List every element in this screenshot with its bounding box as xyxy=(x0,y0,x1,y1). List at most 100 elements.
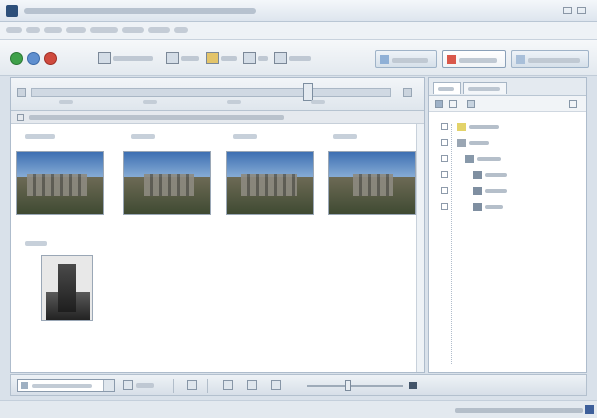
rotate-left-icon[interactable] xyxy=(187,380,197,390)
window-title xyxy=(24,8,256,14)
view-tab-active[interactable] xyxy=(442,50,506,68)
tree-item[interactable] xyxy=(429,200,586,214)
forward-icon[interactable] xyxy=(27,52,40,65)
tag-checkbox[interactable] xyxy=(441,171,448,178)
details-icon[interactable] xyxy=(223,380,233,390)
photo-browser xyxy=(10,77,425,373)
timeline-start-icon[interactable] xyxy=(17,88,26,97)
menu-item[interactable] xyxy=(26,27,40,33)
menu-item[interactable] xyxy=(90,27,118,33)
display-icon[interactable] xyxy=(98,52,111,64)
photo-thumbnail[interactable] xyxy=(226,151,314,215)
tool-label[interactable] xyxy=(289,56,311,61)
tree-item[interactable] xyxy=(429,184,586,198)
zoom-max-icon[interactable] xyxy=(409,382,417,389)
tag-checkbox[interactable] xyxy=(441,123,448,130)
close-icon[interactable] xyxy=(577,7,586,14)
photo-thumbnail[interactable] xyxy=(16,151,104,215)
tool-label[interactable] xyxy=(221,56,237,61)
friends-icon xyxy=(473,171,482,179)
stop-icon[interactable] xyxy=(44,52,57,65)
photo-thumbnail[interactable] xyxy=(123,151,211,215)
other-icon xyxy=(473,203,482,211)
timeline-handle[interactable] xyxy=(303,83,313,101)
app-logo-icon xyxy=(6,5,18,17)
photo-thumbnail[interactable] xyxy=(41,255,93,321)
menu-item[interactable] xyxy=(66,27,86,33)
print-icon[interactable] xyxy=(274,52,287,64)
favorites-icon xyxy=(457,123,466,131)
tree-item[interactable] xyxy=(429,152,586,166)
folder-icon xyxy=(516,55,525,64)
section-heading xyxy=(333,134,357,139)
create-icon[interactable] xyxy=(206,52,219,64)
timeline-tick xyxy=(143,100,157,104)
tool-label[interactable] xyxy=(113,56,153,61)
family-icon xyxy=(473,187,482,195)
collapse-icon[interactable] xyxy=(569,100,577,108)
section-heading xyxy=(25,241,47,246)
menu-item[interactable] xyxy=(148,27,170,33)
calendar-icon xyxy=(447,55,456,64)
section-heading xyxy=(131,134,155,139)
panel-tabs xyxy=(429,78,586,96)
chevron-down-icon[interactable] xyxy=(103,380,114,391)
back-icon[interactable] xyxy=(10,52,23,65)
tag-checkbox[interactable] xyxy=(441,203,448,210)
status-bar xyxy=(0,400,597,418)
tool-label[interactable] xyxy=(181,56,199,61)
section-heading xyxy=(25,134,55,139)
divider xyxy=(173,379,174,393)
info-strip xyxy=(11,111,424,124)
timeline-track[interactable] xyxy=(31,88,391,97)
list-icon xyxy=(21,382,28,389)
zoom-slider-handle[interactable] xyxy=(345,380,351,391)
new-tag-icon[interactable] xyxy=(435,100,443,108)
timeline-tick xyxy=(311,100,325,104)
tree-item[interactable] xyxy=(429,136,586,150)
fix-icon[interactable] xyxy=(166,52,179,64)
arrangement-select[interactable] xyxy=(17,379,115,392)
view-tab[interactable] xyxy=(375,50,437,68)
dropdown-icon[interactable] xyxy=(449,100,457,108)
tab-tags[interactable] xyxy=(433,82,461,94)
tree-item[interactable] xyxy=(429,120,586,134)
panel-toolbar xyxy=(429,96,586,112)
timeline-tick xyxy=(227,100,241,104)
tool-label[interactable] xyxy=(258,56,268,61)
organizer-panel xyxy=(428,77,587,373)
tree-item[interactable] xyxy=(429,168,586,182)
title-bar xyxy=(0,0,597,22)
find-icon[interactable] xyxy=(467,100,475,108)
tag-checkbox[interactable] xyxy=(441,139,448,146)
tab-collections[interactable] xyxy=(463,82,507,94)
minimize-icon[interactable] xyxy=(563,7,572,14)
bottom-toolbar xyxy=(10,374,587,396)
minus-icon[interactable] xyxy=(271,380,281,390)
photo-thumbnail[interactable] xyxy=(328,151,416,215)
main-toolbar xyxy=(0,40,597,76)
bottom-label xyxy=(136,383,154,388)
section-heading xyxy=(233,134,257,139)
timeline-bar xyxy=(11,78,424,111)
tag-icon[interactable] xyxy=(123,380,133,390)
menu-item[interactable] xyxy=(44,27,62,33)
divider xyxy=(207,379,208,393)
menu-item[interactable] xyxy=(174,27,188,33)
status-icon[interactable] xyxy=(585,405,594,414)
info-text xyxy=(29,115,284,120)
view-tab[interactable] xyxy=(511,50,589,68)
timeline-end-icon[interactable] xyxy=(403,88,412,97)
tag-checkbox[interactable] xyxy=(441,155,448,162)
browser-scrollbar[interactable] xyxy=(416,124,424,372)
timeline-tick xyxy=(59,100,73,104)
menu-item[interactable] xyxy=(6,27,22,33)
hidden-icon xyxy=(457,139,466,147)
tag-checkbox[interactable] xyxy=(441,187,448,194)
menu-item[interactable] xyxy=(122,27,144,33)
show-icon[interactable] xyxy=(247,380,257,390)
people-icon xyxy=(465,155,474,163)
share-icon[interactable] xyxy=(243,52,256,64)
info-icon xyxy=(17,114,24,121)
zoom-slider-track[interactable] xyxy=(307,385,403,387)
